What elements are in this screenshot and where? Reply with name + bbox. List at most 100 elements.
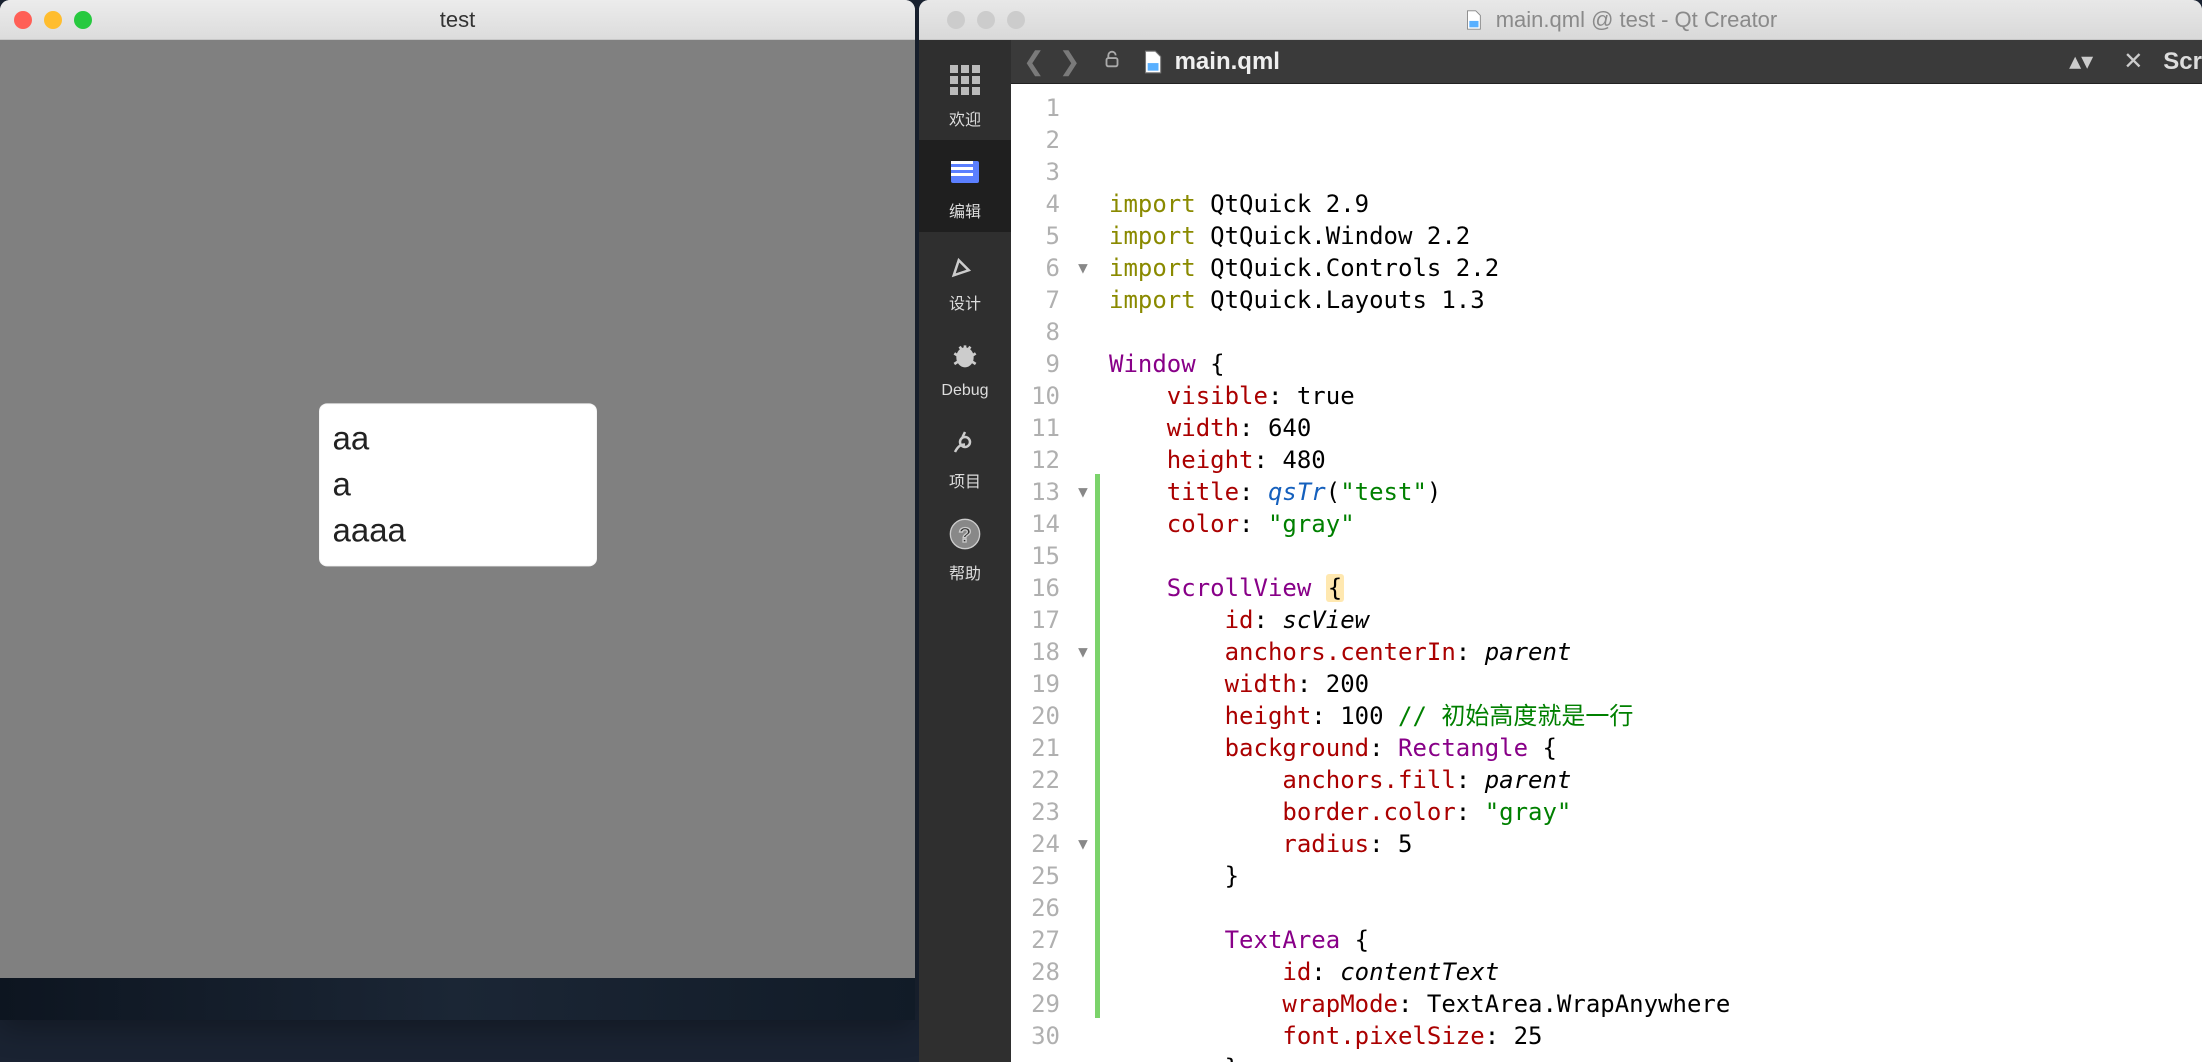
ide-window: main.qml @ test - Qt Creator 欢迎 编辑 设计 bbox=[919, 0, 2202, 1062]
code-line[interactable]: anchors.fill: parent bbox=[1109, 764, 2202, 796]
code-line[interactable] bbox=[1109, 540, 2202, 572]
code-line[interactable]: TextArea { bbox=[1109, 924, 2202, 956]
tab-dropdown-icon[interactable]: ▴▾ bbox=[2059, 47, 2103, 76]
fold-toggle-icon[interactable]: ▼ bbox=[1071, 252, 1095, 284]
lock-icon[interactable] bbox=[1095, 48, 1129, 76]
edit-icon bbox=[947, 154, 983, 190]
nav-arrows: ❮ ❯ bbox=[1019, 46, 1085, 77]
mode-label: Debug bbox=[941, 382, 988, 400]
mode-edit[interactable]: 编辑 bbox=[919, 140, 1011, 232]
close-tab-icon[interactable]: ✕ bbox=[2113, 47, 2153, 76]
code-line[interactable]: title: qsTr("test") bbox=[1109, 476, 2202, 508]
code-line[interactable]: font.pixelSize: 25 bbox=[1109, 1020, 2202, 1052]
line-number: 24 bbox=[1011, 828, 1060, 860]
line-number: 12 bbox=[1011, 444, 1060, 476]
fold-toggle-icon[interactable]: ▼ bbox=[1071, 828, 1095, 860]
fold-spacer bbox=[1071, 188, 1095, 220]
ide-title-wrap: main.qml @ test - Qt Creator bbox=[1037, 7, 2202, 33]
fold-toggle-icon[interactable]: ▼ bbox=[1071, 476, 1095, 508]
minimize-icon[interactable] bbox=[44, 11, 62, 29]
code-line[interactable]: anchors.centerIn: parent bbox=[1109, 636, 2202, 668]
code-line[interactable]: import QtQuick.Window 2.2 bbox=[1109, 220, 2202, 252]
line-number: 6 bbox=[1011, 252, 1060, 284]
line-number: 13 bbox=[1011, 476, 1060, 508]
line-number: 29 bbox=[1011, 988, 1060, 1020]
qml-file-icon bbox=[1462, 9, 1484, 31]
line-number: 3 bbox=[1011, 156, 1060, 188]
debug-icon bbox=[947, 338, 983, 374]
fold-spacer bbox=[1071, 604, 1095, 636]
textarea-content[interactable]: aa a aaaa bbox=[333, 415, 583, 554]
code-line[interactable]: id: contentText bbox=[1109, 956, 2202, 988]
mode-debug[interactable]: Debug bbox=[919, 324, 1011, 410]
mode-welcome[interactable]: 欢迎 bbox=[919, 48, 1011, 140]
code-content[interactable]: import QtQuick 2.9import QtQuick.Window … bbox=[1095, 84, 2202, 1062]
code-line[interactable]: wrapMode: TextArea.WrapAnywhere bbox=[1109, 988, 2202, 1020]
fold-spacer bbox=[1071, 412, 1095, 444]
fold-column[interactable]: ▼ ▼ ▼ ▼ bbox=[1071, 84, 1095, 1062]
nav-back-icon[interactable]: ❮ bbox=[1019, 46, 1049, 77]
zoom-icon[interactable] bbox=[74, 11, 92, 29]
line-number: 19 bbox=[1011, 668, 1060, 700]
code-editor[interactable]: 1234567891011121314151617181920212223242… bbox=[1011, 84, 2202, 1062]
fold-spacer bbox=[1071, 892, 1095, 924]
ide-body: 欢迎 编辑 设计 Debug 项 bbox=[919, 40, 2202, 1062]
code-line[interactable]: border.color: "gray" bbox=[1109, 796, 2202, 828]
design-icon bbox=[947, 246, 983, 282]
line-number: 11 bbox=[1011, 412, 1060, 444]
change-marker bbox=[1095, 474, 1100, 1018]
mode-help[interactable]: ? 帮助 bbox=[919, 502, 1011, 594]
fold-spacer bbox=[1071, 124, 1095, 156]
fold-spacer bbox=[1071, 316, 1095, 348]
fold-spacer bbox=[1071, 444, 1095, 476]
code-line[interactable]: } bbox=[1109, 1052, 2202, 1062]
code-line[interactable]: } bbox=[1109, 860, 2202, 892]
app-window: test aa a aaaa bbox=[0, 0, 915, 1020]
code-line[interactable]: height: 100 // 初始高度就是一行 bbox=[1109, 700, 2202, 732]
code-line[interactable] bbox=[1109, 892, 2202, 924]
code-line[interactable]: import QtQuick 2.9 bbox=[1109, 188, 2202, 220]
code-line[interactable]: color: "gray" bbox=[1109, 508, 2202, 540]
fold-spacer bbox=[1071, 668, 1095, 700]
fold-spacer bbox=[1071, 700, 1095, 732]
editor-column: ❮ ❯ main.qml ▴▾ ✕ Scr 123456789101112131… bbox=[1011, 40, 2202, 1062]
code-line[interactable]: width: 640 bbox=[1109, 412, 2202, 444]
line-number: 9 bbox=[1011, 348, 1060, 380]
code-line[interactable]: import QtQuick.Layouts 1.3 bbox=[1109, 284, 2202, 316]
code-line[interactable]: visible: true bbox=[1109, 380, 2202, 412]
ide-window-title: main.qml @ test - Qt Creator bbox=[1496, 7, 1778, 33]
code-line[interactable] bbox=[1109, 316, 2202, 348]
line-number: 30 bbox=[1011, 1020, 1060, 1052]
svg-text:?: ? bbox=[958, 523, 971, 547]
line-number: 21 bbox=[1011, 732, 1060, 764]
fold-spacer bbox=[1071, 988, 1095, 1020]
nav-forward-icon[interactable]: ❯ bbox=[1055, 46, 1085, 77]
code-line[interactable]: radius: 5 bbox=[1109, 828, 2202, 860]
zoom-icon[interactable] bbox=[1007, 11, 1025, 29]
fold-spacer bbox=[1071, 540, 1095, 572]
code-line[interactable]: import QtQuick.Controls 2.2 bbox=[1109, 252, 2202, 284]
minimize-icon[interactable] bbox=[977, 11, 995, 29]
fold-spacer bbox=[1071, 156, 1095, 188]
fold-spacer bbox=[1071, 92, 1095, 124]
right-pane-label[interactable]: Scr bbox=[2163, 48, 2202, 76]
code-line[interactable]: height: 480 bbox=[1109, 444, 2202, 476]
line-number: 28 bbox=[1011, 956, 1060, 988]
fold-spacer bbox=[1071, 572, 1095, 604]
fold-toggle-icon[interactable]: ▼ bbox=[1071, 636, 1095, 668]
mode-projects[interactable]: 项目 bbox=[919, 410, 1011, 502]
line-number: 27 bbox=[1011, 924, 1060, 956]
code-line[interactable]: Window { bbox=[1109, 348, 2202, 380]
fold-spacer bbox=[1071, 796, 1095, 828]
code-line[interactable]: background: Rectangle { bbox=[1109, 732, 2202, 764]
code-line[interactable]: width: 200 bbox=[1109, 668, 2202, 700]
mode-design[interactable]: 设计 bbox=[919, 232, 1011, 324]
mode-label: 编辑 bbox=[949, 198, 981, 222]
code-line[interactable]: ScrollView { bbox=[1109, 572, 2202, 604]
close-icon[interactable] bbox=[947, 11, 965, 29]
help-icon: ? bbox=[947, 516, 983, 552]
close-icon[interactable] bbox=[14, 11, 32, 29]
code-line[interactable]: id: scView bbox=[1109, 604, 2202, 636]
editor-tab-name[interactable]: main.qml bbox=[1175, 48, 1280, 76]
textarea-frame[interactable]: aa a aaaa bbox=[319, 403, 597, 566]
